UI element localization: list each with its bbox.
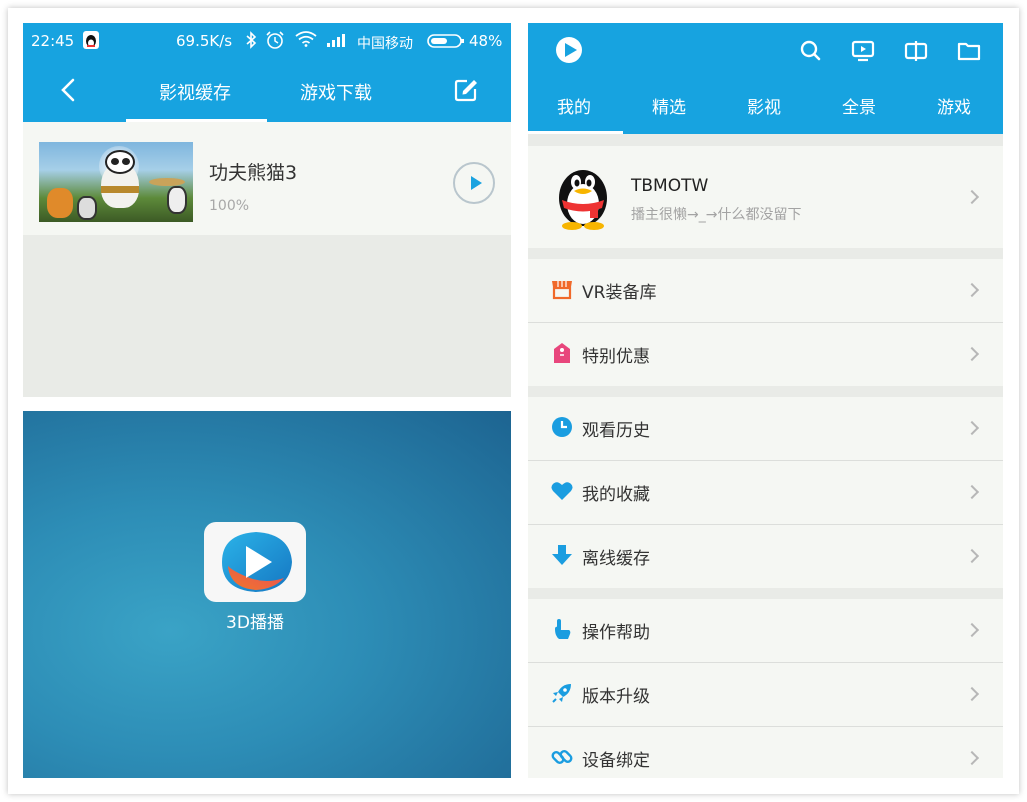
status-bar: 22:45 69.5K/s 中国移动 48% [23, 23, 511, 59]
link-icon [550, 745, 574, 769]
clock-icon [550, 415, 574, 439]
menu-item-vr-store[interactable]: VR装备库 [528, 259, 1003, 322]
video-title: 功夫熊猫3 [209, 162, 298, 184]
menu-label: VR装备库 [582, 283, 657, 303]
menu-label: 我的收藏 [582, 485, 650, 505]
play-button[interactable] [453, 162, 495, 204]
carrier-name: 中国移动 [357, 36, 413, 52]
tab-game-download[interactable]: 游戏下载 [300, 79, 372, 105]
username: TBMOTW [631, 176, 709, 196]
qq-notification-icon [83, 31, 99, 53]
mine-screen: 我的 精选 影视 全景 游戏 TBMOTW 播主很懒→_→什么都没留下 VR装备… [528, 23, 1003, 778]
menu-item-update[interactable]: 版本升级 [528, 663, 1003, 726]
app-name: 3D播播 [226, 613, 284, 633]
chevron-right-icon [964, 548, 980, 564]
chevron-right-icon [964, 189, 980, 205]
play-icon [471, 176, 482, 190]
screen-icon[interactable] [850, 39, 876, 63]
chevron-right-icon [964, 686, 980, 702]
menu-label: 特别优惠 [582, 347, 650, 367]
heart-icon [550, 479, 574, 503]
hand-icon [550, 617, 574, 641]
tab-mine[interactable]: 我的 [557, 93, 591, 118]
store-icon [550, 277, 574, 301]
bluetooth-icon [245, 31, 257, 53]
download-progress: 100% [209, 198, 250, 214]
app-logo-icon [554, 35, 584, 65]
menu-item-favorites[interactable]: 我的收藏 [528, 461, 1003, 524]
wifi-icon [295, 31, 317, 51]
edit-button[interactable] [453, 77, 479, 103]
folder-icon[interactable] [956, 39, 982, 63]
tab-games[interactable]: 游戏 [937, 93, 971, 118]
user-signature: 播主很懒→_→什么都没留下 [631, 207, 802, 223]
battery-icon [427, 33, 465, 53]
splash-screen: 3D播播 [23, 411, 511, 778]
back-button[interactable] [57, 75, 81, 105]
menu-label: 操作帮助 [582, 623, 650, 643]
menu-label: 设备绑定 [582, 751, 650, 771]
status-time: 22:45 [31, 32, 75, 50]
download-nav: 影视缓存 游戏下载 [23, 75, 511, 122]
app-logo-icon[interactable] [204, 522, 306, 602]
download-icon [550, 543, 574, 567]
profile-card[interactable]: TBMOTW 播主很懒→_→什么都没留下 [528, 146, 1003, 248]
mine-header: 我的 精选 影视 全景 游戏 [528, 23, 1003, 134]
tab-video-cache[interactable]: 影视缓存 [159, 79, 231, 105]
search-icon[interactable] [798, 39, 824, 63]
menu-item-history[interactable]: 观看历史 [528, 397, 1003, 460]
rocket-icon [550, 681, 574, 705]
chevron-right-icon [964, 282, 980, 298]
avatar [552, 162, 614, 230]
chevron-right-icon [964, 420, 980, 436]
video-thumbnail [39, 142, 193, 222]
chevron-right-icon [964, 484, 980, 500]
battery-percent: 48% [469, 32, 503, 50]
network-speed: 69.5K/s [176, 32, 233, 50]
active-tab-indicator [528, 131, 623, 134]
download-header: 22:45 69.5K/s 中国移动 48% 影视缓存 游戏下载 [23, 23, 511, 122]
menu-item-device-binding[interactable]: 设备绑定 [528, 727, 1003, 778]
menu-label: 观看历史 [582, 421, 650, 441]
menu-label: 版本升级 [582, 687, 650, 707]
tab-panorama[interactable]: 全景 [842, 93, 876, 118]
chevron-right-icon [964, 622, 980, 638]
download-screen: 22:45 69.5K/s 中国移动 48% 影视缓存 游戏下载 功夫熊猫3 1… [23, 23, 511, 397]
menu-item-special-offer[interactable]: 特别优惠 [528, 323, 1003, 386]
tag-icon [550, 341, 574, 365]
tab-featured[interactable]: 精选 [652, 93, 686, 118]
alarm-icon [265, 30, 285, 54]
menu-item-help[interactable]: 操作帮助 [528, 599, 1003, 662]
chevron-right-icon [964, 750, 980, 766]
chevron-right-icon [964, 346, 980, 362]
menu-label: 离线缓存 [582, 549, 650, 569]
tab-video[interactable]: 影视 [747, 93, 781, 118]
vr-split-icon[interactable] [903, 39, 929, 63]
menu-item-offline-cache[interactable]: 离线缓存 [528, 525, 1003, 588]
download-list-item[interactable]: 功夫熊猫3 100% [23, 122, 511, 235]
signal-icon [327, 33, 349, 51]
